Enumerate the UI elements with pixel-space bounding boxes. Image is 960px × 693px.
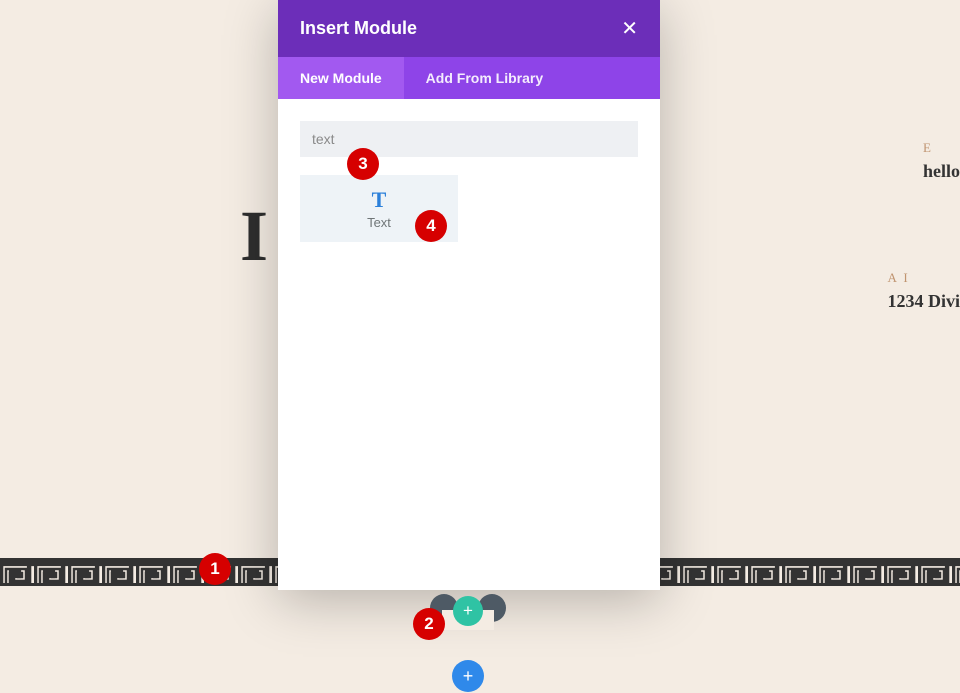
- modal-header: Insert Module ✕: [278, 0, 660, 57]
- contact-block-2: A I 1234 Divi: [887, 270, 960, 312]
- close-icon[interactable]: ✕: [621, 19, 638, 39]
- contact-label-2: A I: [887, 270, 960, 286]
- add-row-button[interactable]: +: [453, 596, 483, 626]
- modal-tabs: New Module Add From Library: [278, 57, 660, 99]
- insert-module-modal: Insert Module ✕ New Module Add From Libr…: [278, 0, 660, 590]
- contact-block-1: E hello: [923, 140, 960, 182]
- callout-badge-3: 3: [347, 148, 379, 180]
- modal-body: T Text: [278, 99, 660, 590]
- modal-title: Insert Module: [300, 18, 417, 39]
- tab-add-from-library[interactable]: Add From Library: [404, 57, 565, 99]
- callout-badge-4: 4: [415, 210, 447, 242]
- callout-badge-1: 1: [199, 553, 231, 585]
- module-search-input[interactable]: [300, 121, 638, 157]
- text-module-icon: T: [300, 189, 458, 211]
- callout-badge-2: 2: [413, 608, 445, 640]
- row-add-control: +: [444, 588, 474, 618]
- tab-new-module[interactable]: New Module: [278, 57, 404, 99]
- contact-label-1: E: [923, 140, 960, 156]
- add-section-button[interactable]: +: [452, 660, 484, 692]
- contact-value-1: hello: [923, 161, 960, 182]
- contact-value-2: 1234 Divi: [887, 291, 960, 312]
